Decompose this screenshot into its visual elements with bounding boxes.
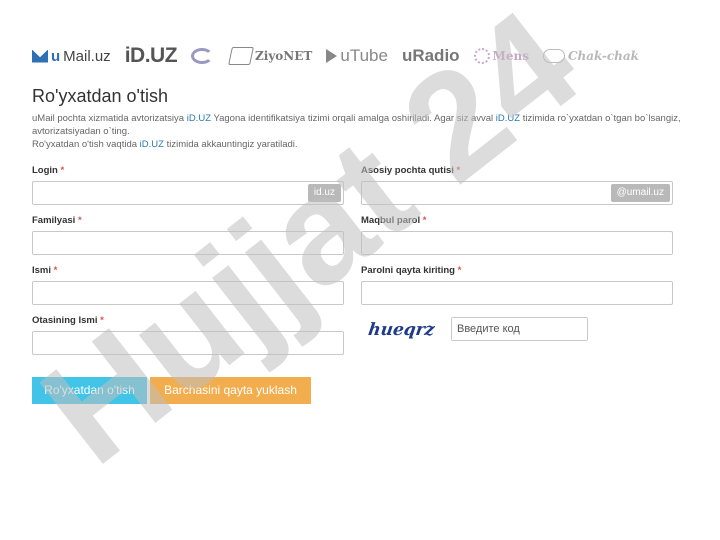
mens-logo[interactable]: Mens (473, 48, 529, 64)
captcha-input[interactable] (452, 318, 587, 340)
mailbox-label-text: Asosiy pochta qutisi (361, 165, 454, 176)
login-domain-addon: id.uz (307, 184, 341, 202)
required-mark: * (53, 265, 58, 276)
intro-text: uMail pochta xizmatida avtorizatsiya iD.… (32, 112, 692, 151)
required-mark: * (457, 265, 462, 276)
umail-logo[interactable]: u Mail.uz (32, 48, 111, 65)
intro-text-part: Ro'yxatdan o'tish vaqtida (32, 139, 140, 150)
password-field[interactable] (361, 231, 673, 255)
register-button[interactable]: Ro'yxatdan o'tish (32, 377, 147, 404)
password-input[interactable] (362, 232, 672, 254)
required-mark: * (77, 215, 82, 226)
chat-bubble-icon (542, 49, 565, 63)
password-label: Maqbul parol * (361, 215, 426, 226)
password-repeat-input[interactable] (362, 282, 672, 304)
umail-logo-text-u: u (51, 47, 61, 65)
patronymic-input[interactable] (33, 332, 343, 354)
play-icon (326, 49, 338, 63)
patronymic-label-text: Otasining Ismi (32, 315, 98, 326)
captcha-image: hueqrz (368, 320, 436, 340)
surname-input[interactable] (33, 232, 343, 254)
uradio-logo[interactable]: uRadio (402, 46, 460, 66)
envelope-icon (32, 49, 48, 63)
ziyonet-logo[interactable]: ZiyoNET (228, 47, 313, 65)
chakchak-logo[interactable]: Chak-chak (542, 49, 639, 63)
password-repeat-field[interactable] (361, 281, 673, 305)
gov-emblem-icon (191, 48, 214, 64)
utube-logo[interactable]: uTube (326, 46, 388, 66)
login-label-text: Login (32, 165, 58, 176)
ziyonet-book-icon (228, 47, 254, 65)
name-field[interactable] (32, 281, 344, 305)
required-mark: * (100, 315, 104, 326)
password-label-text: Maqbul parol (361, 215, 421, 226)
name-label-text: Ismi (32, 265, 52, 276)
password-repeat-label: Parolni qayta kiriting * (361, 265, 461, 276)
intro-text-part: tizimida akkauntingiz yaratiladi. (163, 139, 298, 150)
utube-logo-text: uTube (340, 46, 388, 65)
service-logos-bar: u Mail.uz iD.UZ ZiyoNET uTube uRadio Mens… (32, 42, 692, 70)
surname-field[interactable] (32, 231, 344, 255)
gov-portal-logo[interactable] (191, 48, 216, 64)
login-label: Login * (32, 165, 64, 176)
login-input[interactable] (33, 182, 343, 204)
iduz-logo[interactable]: iD.UZ (124, 44, 178, 68)
required-mark: * (456, 165, 461, 176)
patronymic-field[interactable] (32, 331, 344, 355)
reset-button[interactable]: Barchasini qayta yuklash (150, 377, 311, 404)
required-mark: * (422, 215, 427, 226)
intro-text-part: Yagona identifikatsiya tizimi orqali ama… (211, 113, 496, 124)
captcha-image-text: hueqrz (368, 320, 436, 340)
required-mark: * (60, 165, 65, 176)
login-field[interactable]: id.uz (32, 181, 344, 205)
captcha-field[interactable] (451, 317, 588, 341)
surname-label: Familyasi * (32, 215, 82, 226)
name-label: Ismi * (32, 265, 57, 276)
surname-label-text: Familyasi (32, 215, 76, 226)
intro-text-part: uMail pochta xizmatida avtorizatsiya (32, 113, 187, 124)
uradio-logo-text: uRadio (401, 46, 460, 65)
password-repeat-label-text: Parolni qayta kiriting (361, 265, 455, 276)
mens-logo-text: Mens (492, 49, 529, 63)
iduz-link[interactable]: iD.UZ (187, 113, 211, 124)
mailbox-field[interactable]: @umail.uz (361, 181, 673, 205)
page-title: Ro'yxatdan o'tish (32, 86, 168, 106)
name-input[interactable] (33, 282, 343, 304)
umail-logo-text: Mail.uz (63, 47, 111, 65)
mens-flower-icon (473, 48, 490, 64)
ziyonet-logo-text: ZiyoNET (255, 49, 313, 63)
chakchak-logo-text: Chak-chak (567, 49, 639, 63)
iduz-link[interactable]: iD.UZ (140, 139, 164, 150)
patronymic-label: Otasining Ismi * (32, 315, 104, 326)
mailbox-domain-addon: @umail.uz (610, 184, 670, 202)
iduz-logo-text: iD.UZ (124, 44, 178, 67)
watermark: Hujjat 24 (11, 0, 607, 495)
iduz-link[interactable]: iD.UZ (496, 113, 520, 124)
mailbox-label: Asosiy pochta qutisi * (361, 165, 460, 176)
